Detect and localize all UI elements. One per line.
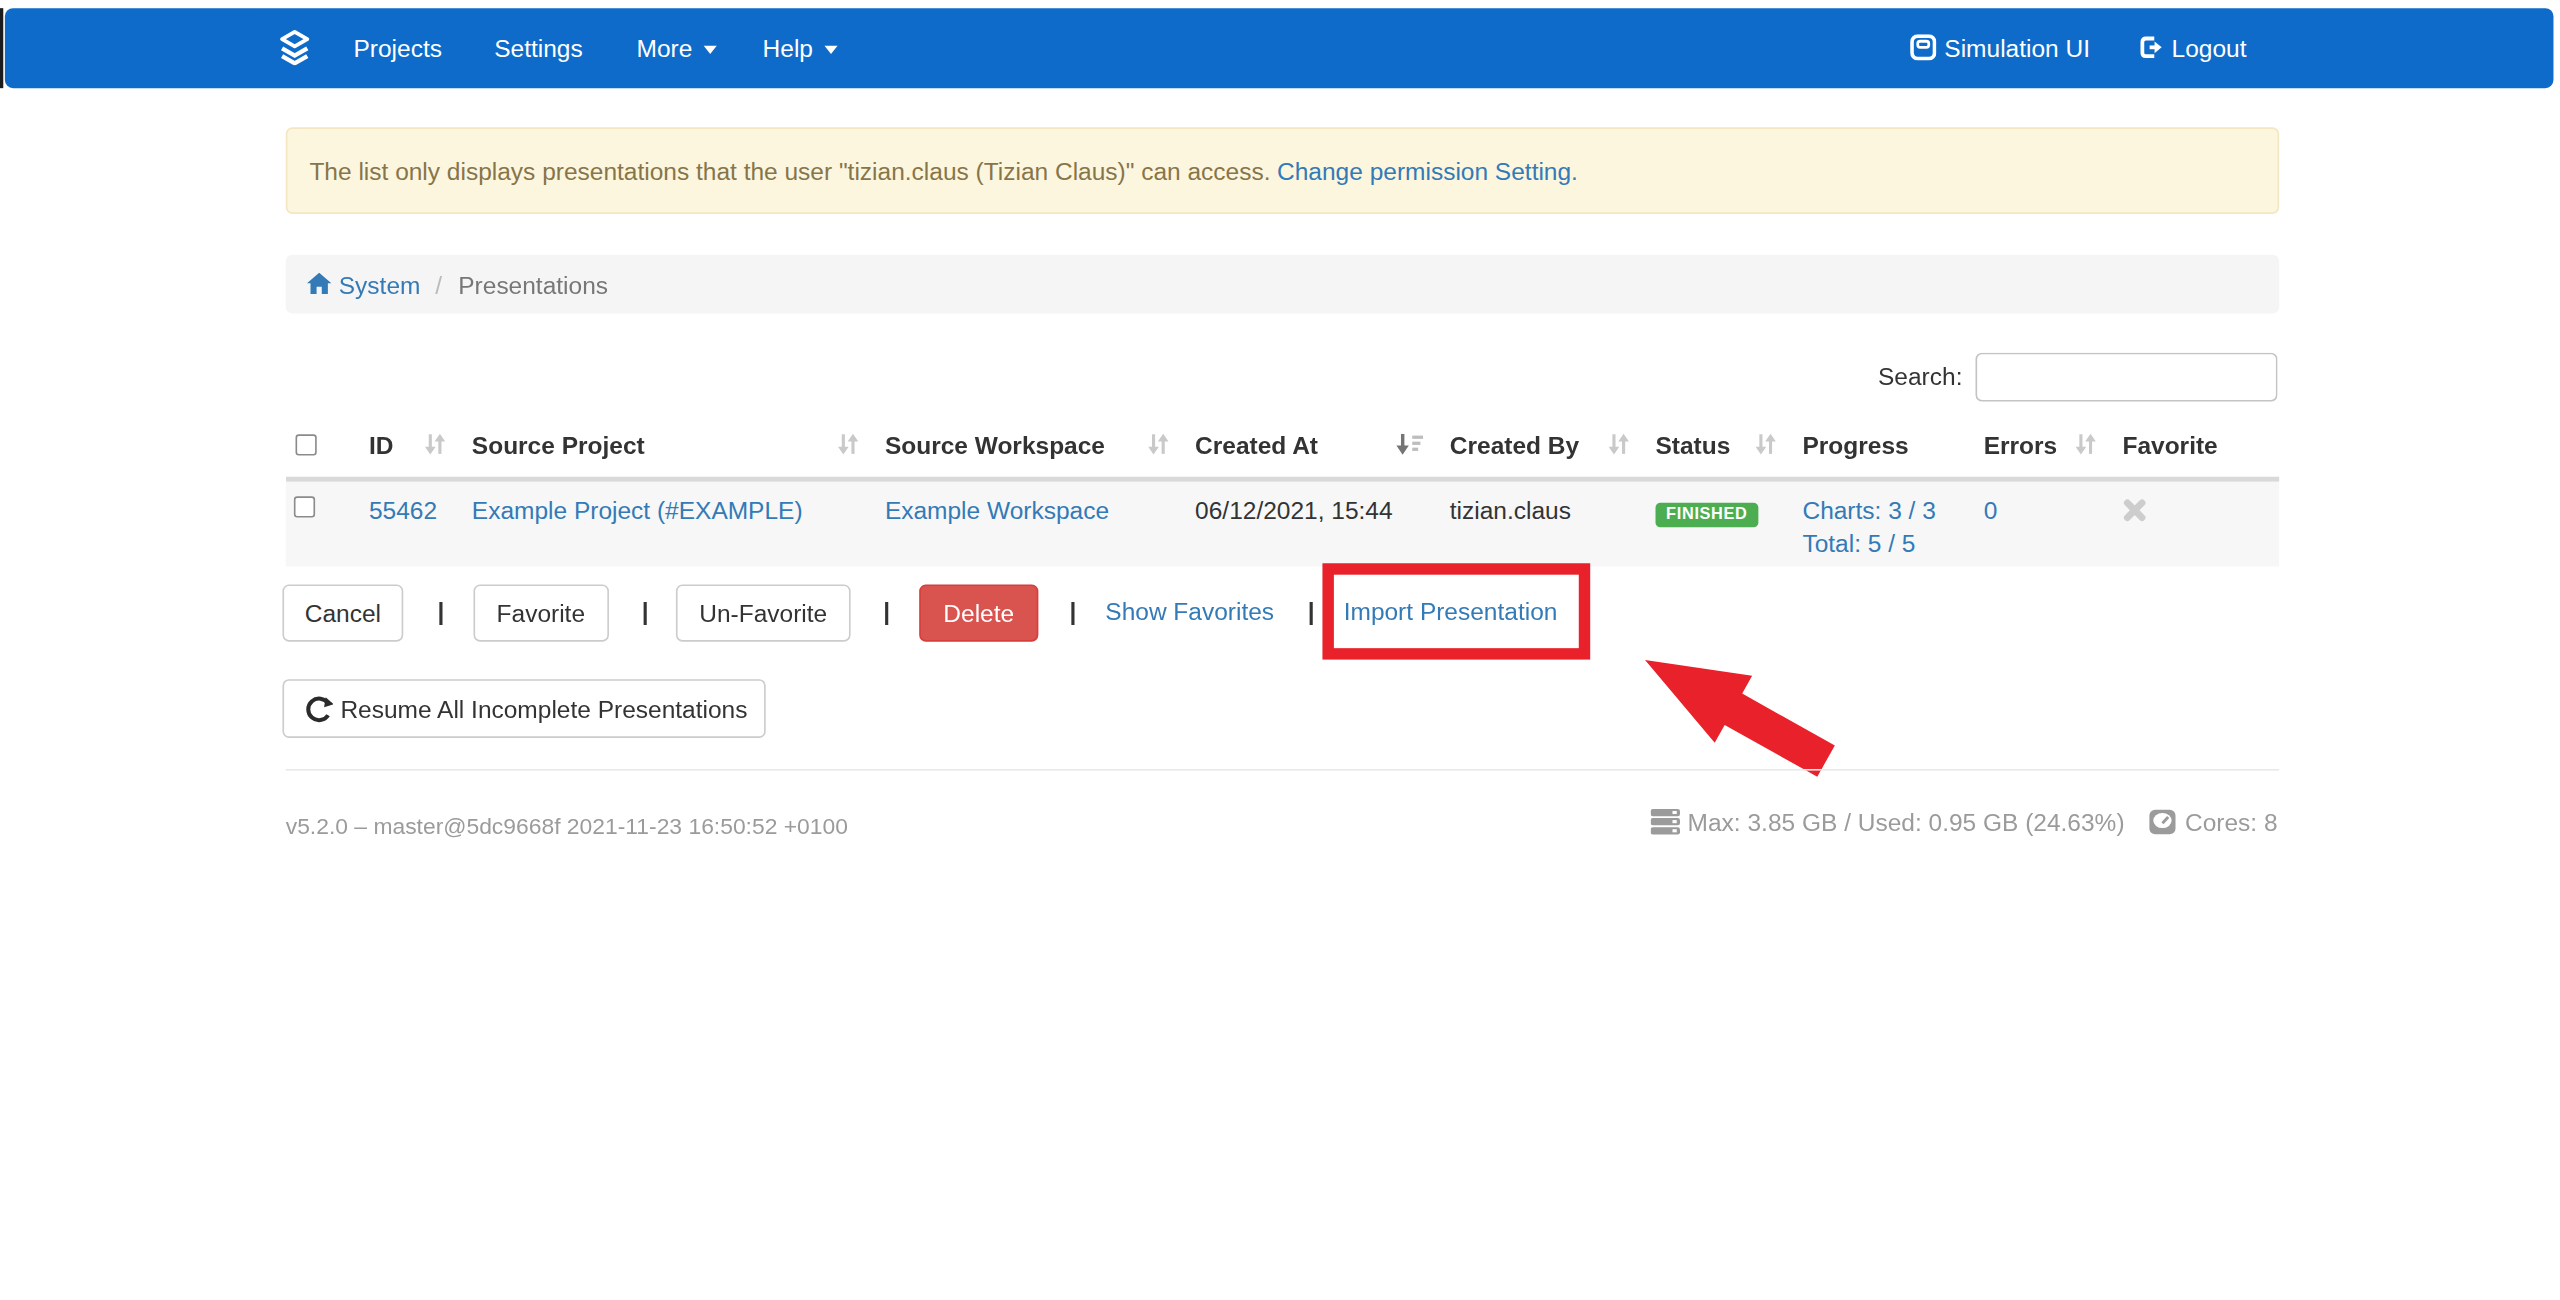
row-errors-link[interactable]: 0 bbox=[1984, 496, 1998, 524]
navbar: Projects Settings More Help Simulation U… bbox=[4, 7, 2553, 87]
memory-icon bbox=[1650, 808, 1679, 836]
sort-icon bbox=[424, 433, 445, 456]
sort-icon bbox=[1148, 433, 1169, 456]
breadcrumb-system[interactable]: System bbox=[339, 270, 421, 298]
cores-text: Cores: 8 bbox=[2185, 808, 2278, 836]
favorite-off-icon bbox=[2122, 498, 2146, 529]
logout-icon bbox=[2137, 34, 2163, 60]
row-created-by: tizian.claus bbox=[1450, 496, 1571, 524]
unfavorite-button[interactable]: Un-Favorite bbox=[676, 584, 851, 641]
separator: | bbox=[642, 598, 649, 626]
column-header-errors[interactable]: Errors bbox=[1971, 411, 2110, 476]
column-header-created-at[interactable]: Created At bbox=[1182, 411, 1437, 476]
nav-projects[interactable]: Projects bbox=[353, 33, 441, 61]
progress-total-link[interactable]: Total: 5 / 5 bbox=[1802, 529, 1915, 557]
separator: | bbox=[438, 598, 445, 626]
header-select-all bbox=[285, 411, 356, 476]
separator: | bbox=[1308, 598, 1315, 626]
row-created-at: 06/12/2021, 15:44 bbox=[1195, 496, 1392, 524]
sort-icon bbox=[838, 433, 859, 456]
alert-text: The list only displays presentations tha… bbox=[309, 157, 1270, 185]
column-header-favorite[interactable]: Favorite bbox=[2109, 411, 2277, 476]
sort-icon bbox=[2075, 433, 2096, 456]
column-header-status[interactable]: Status bbox=[1642, 411, 1789, 476]
separator: | bbox=[1069, 598, 1076, 626]
nav-logout[interactable]: Logout bbox=[2137, 33, 2246, 61]
nav-more[interactable]: More bbox=[637, 33, 717, 61]
resume-all-label: Resume All Incomplete Presentations bbox=[340, 695, 747, 723]
search-input[interactable] bbox=[1976, 353, 2278, 402]
breadcrumb: System / Presentations bbox=[285, 255, 2278, 314]
column-header-created-by[interactable]: Created By bbox=[1437, 411, 1643, 476]
refresh-icon bbox=[304, 695, 332, 723]
column-header-source-workspace[interactable]: Source Workspace bbox=[872, 411, 1182, 476]
footer-divider bbox=[285, 768, 2278, 770]
select-all-checkbox[interactable] bbox=[295, 433, 316, 454]
row-checkbox[interactable] bbox=[294, 496, 315, 517]
favorite-button[interactable]: Favorite bbox=[473, 584, 608, 641]
chevron-down-icon bbox=[824, 45, 837, 53]
column-header-id[interactable]: ID bbox=[356, 411, 459, 476]
chevron-down-icon bbox=[704, 45, 717, 53]
delete-button[interactable]: Delete bbox=[919, 584, 1038, 641]
resume-all-button[interactable]: Resume All Incomplete Presentations bbox=[282, 679, 765, 738]
search-label: Search: bbox=[1878, 362, 1962, 390]
window-icon bbox=[1910, 34, 1936, 60]
breadcrumb-separator: / bbox=[435, 270, 442, 298]
row-source-project-link[interactable]: Example Project (#EXAMPLE) bbox=[472, 496, 803, 524]
memory-text: Max: 3.85 GB / Used: 0.95 GB (24.63%) bbox=[1688, 808, 2125, 836]
separator: | bbox=[883, 598, 890, 626]
layers-logo-icon[interactable] bbox=[278, 29, 309, 65]
breadcrumb-current: Presentations bbox=[458, 270, 608, 298]
nav-settings[interactable]: Settings bbox=[494, 33, 582, 61]
version-text: v5.2.0 – master@5dc9668f 2021-11-23 16:5… bbox=[286, 813, 848, 839]
row-source-workspace-link[interactable]: Example Workspace bbox=[885, 496, 1109, 524]
window-edge bbox=[0, 7, 3, 87]
sort-icon bbox=[1755, 433, 1776, 456]
cancel-button[interactable]: Cancel bbox=[282, 584, 403, 641]
permission-alert: The list only displays presentations tha… bbox=[285, 127, 2278, 214]
cores-icon bbox=[2149, 808, 2177, 836]
column-header-progress[interactable]: Progress bbox=[1789, 411, 1970, 476]
annotation-highlight-box bbox=[1322, 563, 1590, 659]
status-badge: FINISHED bbox=[1656, 502, 1759, 527]
sort-icon bbox=[1608, 433, 1629, 456]
column-header-source-project[interactable]: Source Project bbox=[459, 411, 872, 476]
nav-simulation-ui[interactable]: Simulation UI bbox=[1910, 33, 2090, 61]
nav-help[interactable]: Help bbox=[763, 33, 838, 61]
show-favorites-link[interactable]: Show Favorites bbox=[1105, 598, 1274, 626]
change-permission-link[interactable]: Change permission Setting. bbox=[1277, 157, 1578, 185]
home-icon[interactable] bbox=[306, 273, 330, 296]
row-id-link[interactable]: 55462 bbox=[369, 496, 437, 524]
progress-charts-link[interactable]: Charts: 3 / 3 bbox=[1802, 496, 1935, 524]
sort-desc-icon bbox=[1396, 433, 1424, 456]
